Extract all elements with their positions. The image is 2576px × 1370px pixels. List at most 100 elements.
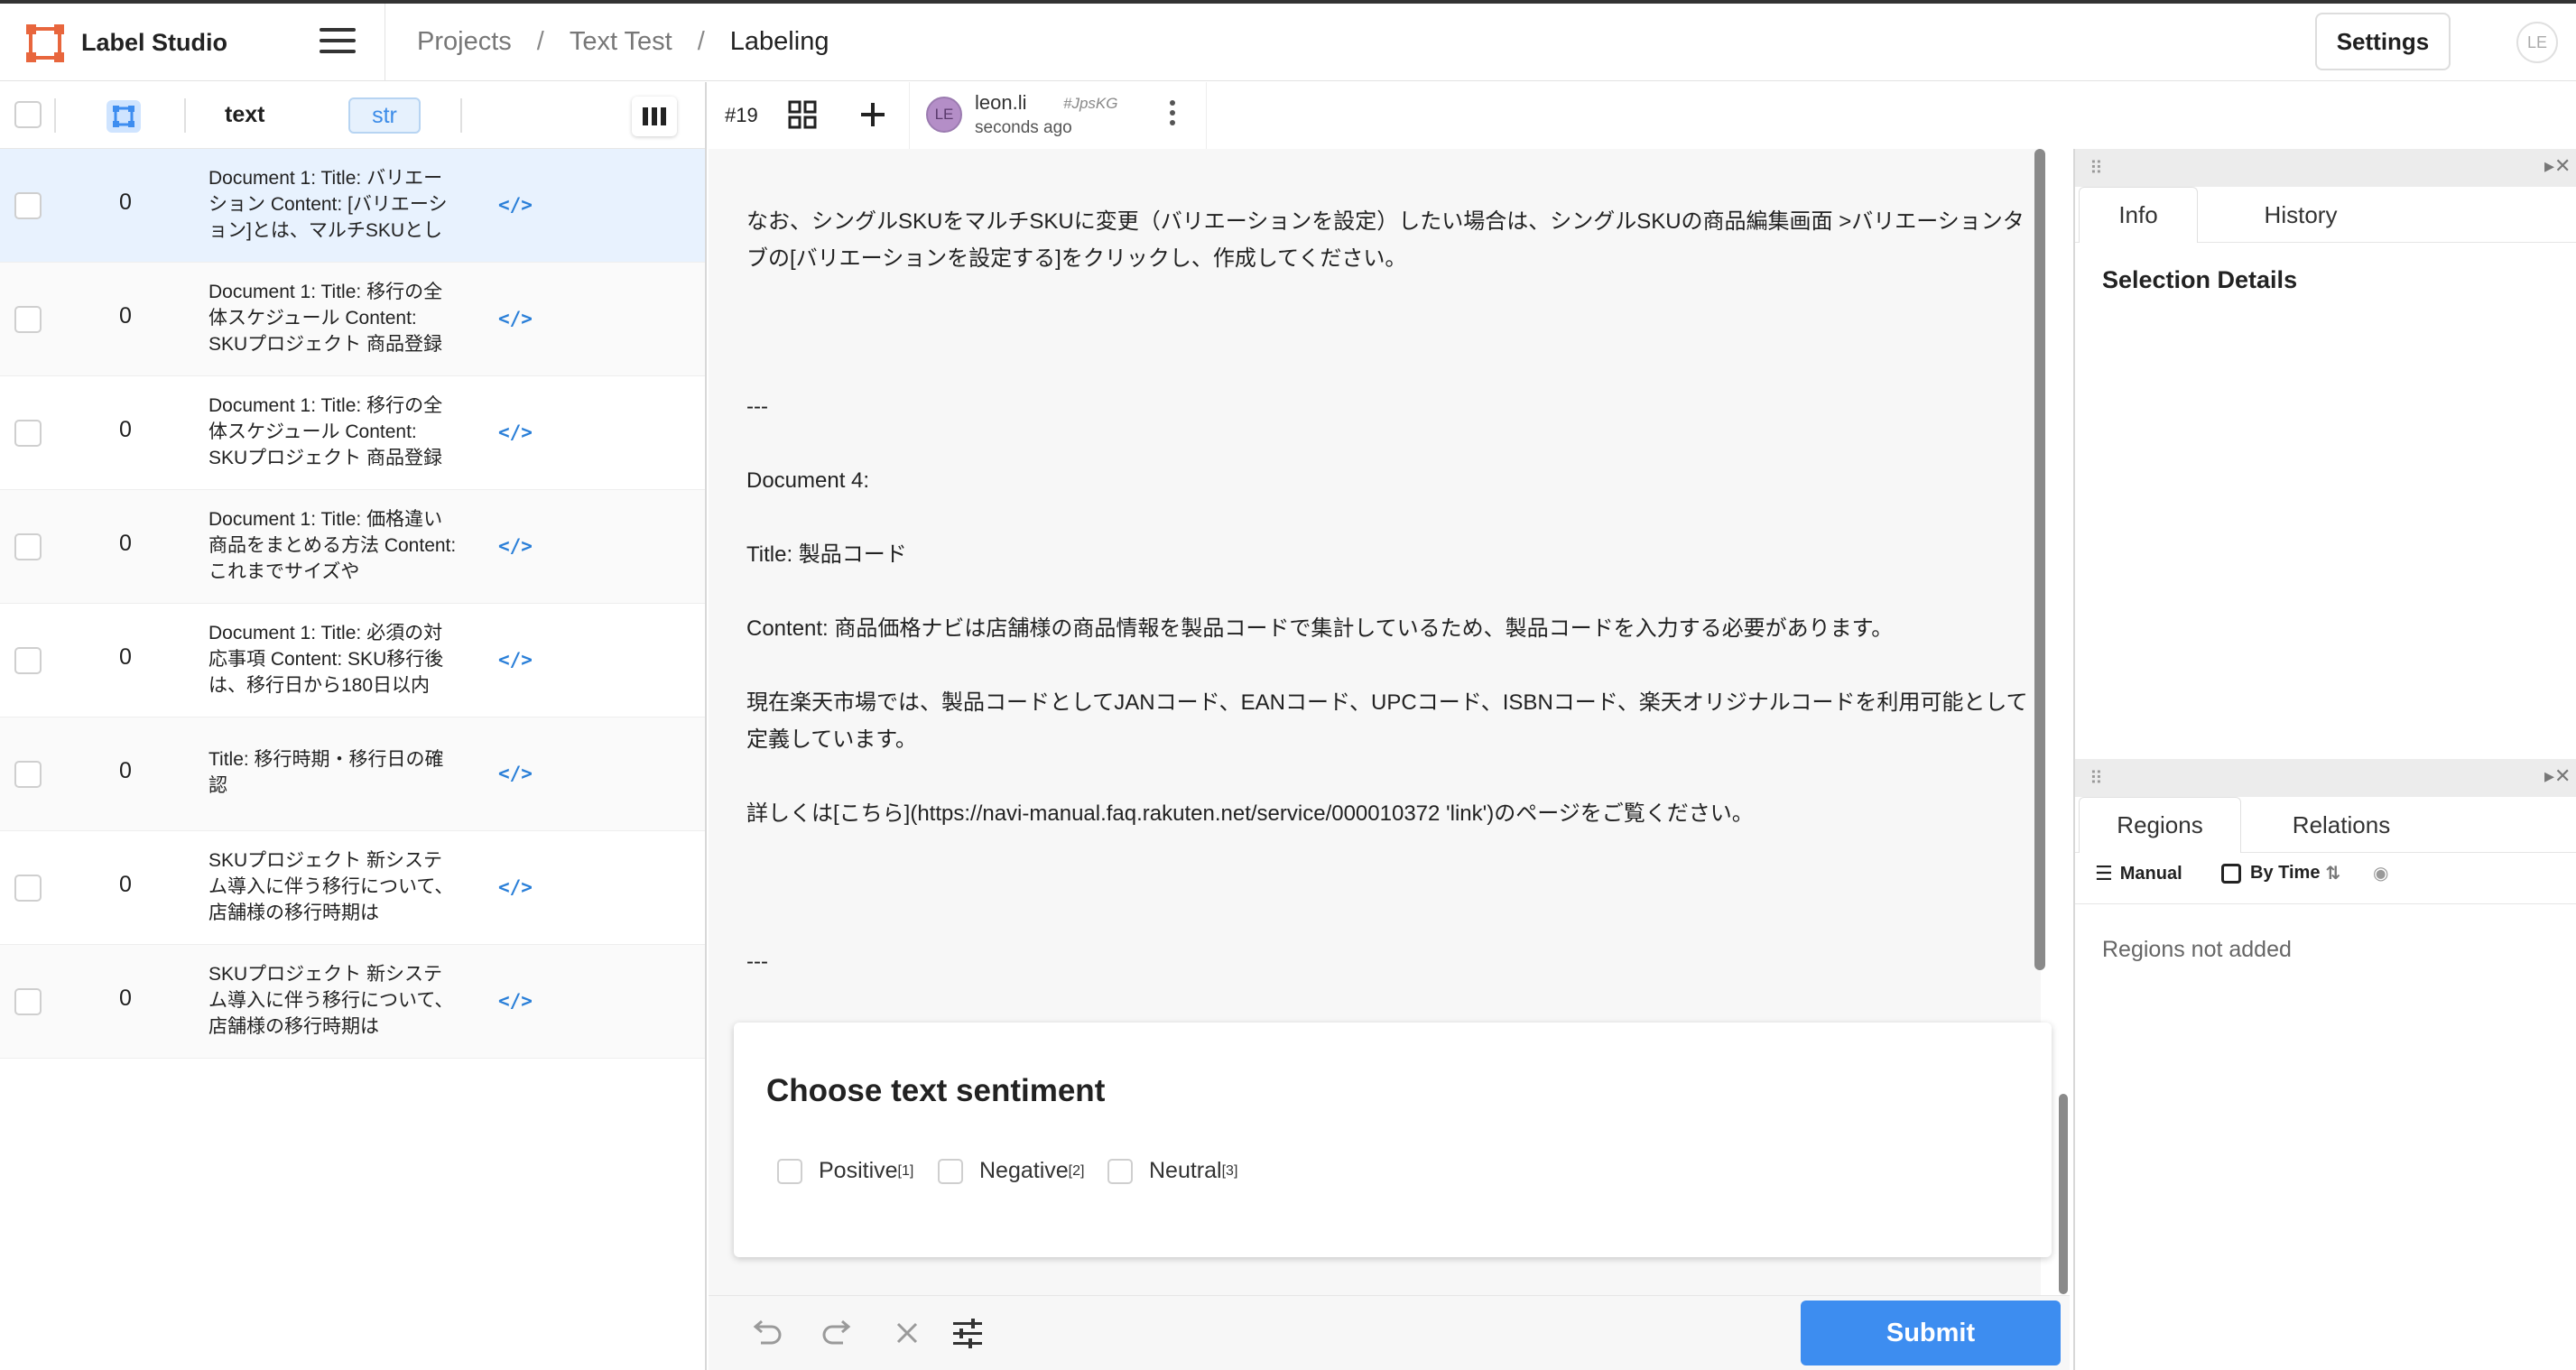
doc-separator: --- [746, 949, 768, 974]
choice-checkbox[interactable] [938, 1158, 963, 1184]
row-text: SKUプロジェクト 新システム導入に伴う移行について、店舗様の移行時期は [208, 964, 454, 1037]
grid-view-icon[interactable] [788, 100, 817, 134]
doc-separator: --- [746, 394, 768, 419]
column-divider [460, 98, 462, 133]
tab-history[interactable]: History [2210, 187, 2391, 243]
panel-controls-icon[interactable]: ▸✕ [2544, 154, 2571, 178]
table-row[interactable]: 0 SKUプロジェクト 新システム導入に伴う移行について、店舗様の移行時期は <… [0, 831, 705, 945]
select-all-checkbox[interactable] [14, 101, 42, 128]
document-text: なお、シングルSKUをマルチSKUに変更（バリエーションを設定）したい場合は、シ… [746, 203, 2037, 980]
row-annotation-count: 0 [119, 644, 132, 670]
breadcrumb: Projects / Text Test / Labeling [417, 27, 829, 57]
code-icon[interactable]: </> [498, 308, 533, 329]
row-annotation-count: 0 [119, 872, 132, 897]
submit-button[interactable]: Submit [1801, 1301, 2061, 1365]
tab-relations[interactable]: Relations [2256, 797, 2427, 853]
table-row[interactable]: 0 Document 1: Title: 移行の全体スケジュール Content… [0, 376, 705, 490]
settings-button[interactable]: Settings [2315, 13, 2451, 70]
code-icon[interactable]: </> [498, 990, 533, 1012]
sentiment-choices-card: Choose text sentiment Positive [1] Negati… [734, 1023, 2052, 1257]
row-checkbox[interactable] [14, 192, 42, 219]
table-row[interactable]: 0 Title: 移行時期・移行日の確認 </> [0, 717, 705, 831]
tab-regions[interactable]: Regions [2079, 797, 2241, 853]
code-icon[interactable]: </> [498, 535, 533, 557]
code-icon[interactable]: </> [498, 649, 533, 671]
annotation-tab[interactable]: LE leon.li #JpsKG seconds ago [909, 82, 1207, 149]
breadcrumb-separator: / [536, 27, 544, 56]
column-header-text[interactable]: text [225, 102, 264, 128]
choice-hotkey: [1] [897, 1162, 914, 1179]
choice-positive[interactable]: Positive [1] [777, 1158, 913, 1184]
panel-drag-bar[interactable]: ⠿ ▸✕ [2075, 759, 2576, 797]
row-checkbox[interactable] [14, 306, 42, 333]
regions-empty-text: Regions not added [2102, 937, 2292, 962]
sort-by-time-button[interactable]: By Time ⇅ [2221, 862, 2340, 884]
row-checkbox[interactable] [14, 988, 42, 1015]
choice-checkbox[interactable] [777, 1158, 802, 1184]
table-row[interactable]: 0 Document 1: Title: 価格違い商品をまとめる方法 Conte… [0, 490, 705, 604]
table-row[interactable]: 0 Document 1: Title: バリエーション Content: [バ… [0, 149, 705, 263]
annotator-name: leon.li [975, 91, 1027, 114]
code-icon[interactable]: </> [498, 763, 533, 784]
settings-sliders-icon[interactable] [951, 1318, 984, 1353]
add-annotation-icon[interactable] [858, 100, 887, 134]
columns-toggle-icon[interactable] [632, 97, 677, 136]
side-panel: ⠿ ▸✕ Info History Selection Details ⠿ ▸✕… [2073, 149, 2576, 1370]
row-text: Document 1: Title: 必須の対応事項 Content: SKU移… [208, 623, 444, 696]
choice-checkbox[interactable] [1107, 1158, 1133, 1184]
info-tabs: Info History [2075, 187, 2576, 243]
more-options-icon[interactable] [1170, 100, 1175, 130]
panel-scrollbar[interactable] [2059, 1094, 2068, 1294]
list-icon: ☰ [2095, 862, 2113, 884]
breadcrumb-separator: / [697, 27, 705, 56]
drag-handle-icon[interactable]: ⠿ [2090, 157, 2103, 180]
panel-controls-icon[interactable]: ▸✕ [2544, 764, 2571, 788]
undo-icon[interactable] [750, 1318, 783, 1351]
reset-icon[interactable] [894, 1319, 921, 1351]
redo-icon[interactable] [821, 1318, 854, 1351]
regions-tabs: Regions Relations [2075, 797, 2576, 853]
row-checkbox[interactable] [14, 761, 42, 788]
annotation-time: seconds ago [975, 118, 1072, 137]
code-icon[interactable]: </> [498, 194, 533, 216]
menu-hamburger-icon[interactable] [320, 28, 356, 59]
annotation-hash: #JpsKG [1063, 95, 1118, 112]
task-list-panel: text str 0 Document 1: Title: バリエーション Co… [0, 82, 707, 1370]
table-row[interactable]: 0 Document 1: Title: 移行の全体スケジュール Content… [0, 263, 705, 376]
row-checkbox[interactable] [14, 420, 42, 447]
row-checkbox[interactable] [14, 875, 42, 902]
top-header: Label Studio Projects / Text Test / Labe… [0, 4, 2576, 81]
panel-drag-bar[interactable]: ⠿ ▸✕ [2075, 149, 2576, 187]
choice-negative[interactable]: Negative [2] [938, 1158, 1084, 1184]
breadcrumb-project[interactable]: Text Test [570, 27, 672, 57]
code-icon[interactable]: </> [498, 876, 533, 898]
doc-paragraph: 詳しくは[こちら](https://navi-manual.faq.rakute… [746, 801, 1754, 826]
row-text: Document 1: Title: 移行の全体スケジュール Content: … [208, 395, 443, 468]
choice-hotkey: [3] [1221, 1162, 1238, 1179]
choice-label: Positive [819, 1158, 898, 1183]
user-avatar[interactable]: LE [2516, 22, 2558, 63]
row-text: Document 1: Title: 移行の全体スケジュール Content: … [208, 282, 443, 355]
row-checkbox[interactable] [14, 647, 42, 674]
drag-handle-icon[interactable]: ⠿ [2090, 767, 2103, 790]
label-studio-logo-icon [25, 23, 65, 63]
row-checkbox[interactable] [14, 533, 42, 560]
choice-neutral[interactable]: Neutral [3] [1107, 1158, 1237, 1184]
breadcrumb-current: Labeling [729, 27, 829, 56]
annotations-column-icon[interactable] [107, 100, 141, 133]
table-row[interactable]: 0 SKUプロジェクト 新システム導入に伴う移行について、店舗様の移行時期は <… [0, 945, 705, 1059]
table-row[interactable]: 0 Document 1: Title: 必須の対応事項 Content: SK… [0, 604, 705, 717]
calendar-icon [2221, 863, 2241, 884]
row-text: Document 1: Title: バリエーション Content: [バリエ… [208, 168, 448, 241]
breadcrumb-projects[interactable]: Projects [417, 27, 512, 57]
choice-hotkey: [2] [1068, 1162, 1085, 1179]
tab-info[interactable]: Info [2079, 187, 2198, 243]
sort-manual-button[interactable]: ☰ Manual [2095, 862, 2182, 885]
selection-details-title: Selection Details [2102, 266, 2298, 293]
visibility-icon[interactable]: ◉ [2373, 862, 2388, 884]
row-annotation-count: 0 [119, 417, 132, 442]
row-annotation-count: 0 [119, 190, 132, 215]
document-scrollbar[interactable] [2034, 149, 2045, 970]
code-icon[interactable]: </> [498, 421, 533, 443]
task-table-header: text str [0, 82, 705, 149]
